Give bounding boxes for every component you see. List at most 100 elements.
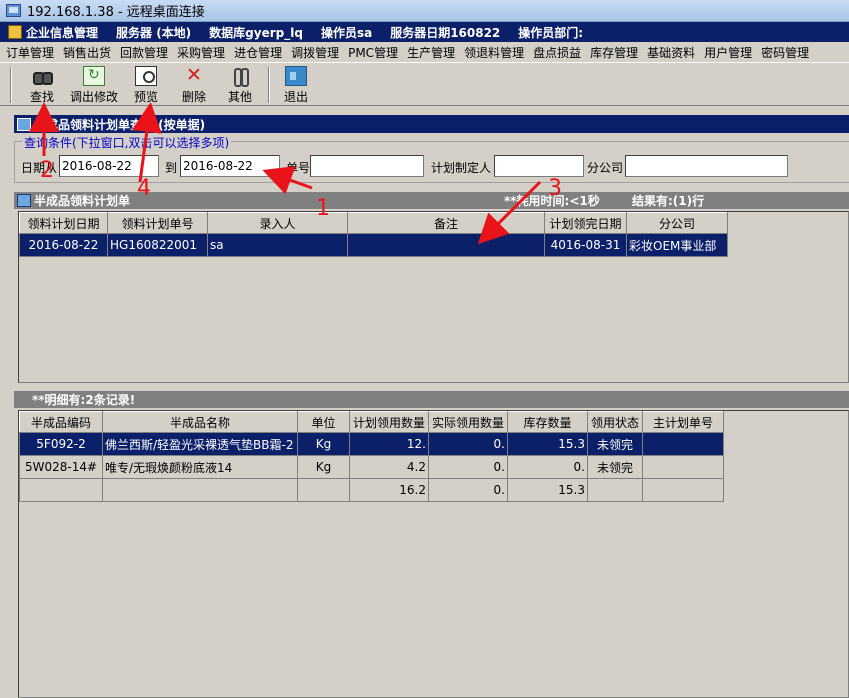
delete-button[interactable]: 删除 xyxy=(172,64,216,105)
column-header[interactable]: 领料计划日期 xyxy=(19,212,108,234)
master-plan-no-cell[interactable] xyxy=(642,432,724,456)
total-cell xyxy=(642,478,724,502)
toolbar-separator xyxy=(268,67,270,103)
table-row[interactable]: 5F092-2 佛兰西斯/轻盈光采裸透气垫BB霜-2 Kg 12. 0. 15.… xyxy=(19,432,724,456)
column-header[interactable]: 领用状态 xyxy=(587,411,643,433)
column-header[interactable]: 计划领用数量 xyxy=(349,411,429,433)
unit-cell[interactable]: Kg xyxy=(297,432,350,456)
server-info: 服务器 (本地) xyxy=(116,25,192,40)
menu-sales-shipment[interactable]: 销售出货 xyxy=(63,44,111,61)
column-header[interactable]: 主计划单号 xyxy=(642,411,724,433)
column-header[interactable]: 分公司 xyxy=(626,212,728,234)
column-header[interactable]: 半成品编码 xyxy=(19,411,103,433)
annotation-number-1: 1 xyxy=(316,196,330,221)
query-title-text: 半成品领料计划单查询 (按单据) xyxy=(34,117,206,132)
item-name-cell[interactable]: 佛兰西斯/轻盈光采裸透气垫BB霜-2 xyxy=(102,432,298,456)
item-code-cell[interactable]: 5W028-14# xyxy=(19,455,103,479)
column-header[interactable]: 备注 xyxy=(347,212,545,234)
menu-production[interactable]: 生产管理 xyxy=(407,44,455,61)
stock-qty-cell[interactable]: 0. xyxy=(507,455,588,479)
stock-qty-cell[interactable]: 15.3 xyxy=(507,432,588,456)
table-row[interactable]: 5W028-14# 唯专/无瑕焕颜粉底液14 Kg 4.2 0. 0. 未领完 xyxy=(19,455,724,479)
column-header[interactable]: 单位 xyxy=(297,411,350,433)
panel-icon xyxy=(17,194,31,207)
app-icon xyxy=(8,25,22,39)
menu-order[interactable]: 订单管理 xyxy=(6,44,54,61)
toolbar: 查找 调出修改 预览 删除 其他 退出 xyxy=(0,62,849,106)
modify-button[interactable]: 调出修改 xyxy=(64,65,124,105)
master-plan-no-cell[interactable] xyxy=(642,455,724,479)
menu-bar: 订单管理 销售出货 回款管理 采购管理 进仓管理 调拨管理 PMC管理 生产管理… xyxy=(0,42,849,62)
issue-status-cell[interactable]: 未领完 xyxy=(587,432,643,456)
planned-qty-cell[interactable]: 12. xyxy=(349,432,429,456)
annotation-number-4: 4 xyxy=(137,176,151,201)
column-header[interactable]: 实际领用数量 xyxy=(428,411,508,433)
column-header[interactable]: 半成品名称 xyxy=(102,411,298,433)
menu-material-issue-return[interactable]: 领退料管理 xyxy=(464,44,524,61)
column-header[interactable]: 库存数量 xyxy=(507,411,588,433)
item-name-cell[interactable]: 唯专/无瑕焕颜粉底液14 xyxy=(102,455,298,479)
branch-label: 分公司 xyxy=(587,161,624,175)
total-cell xyxy=(297,478,350,502)
remark-cell[interactable] xyxy=(347,233,545,257)
actual-qty-cell[interactable]: 0. xyxy=(428,455,508,479)
doc-no-label: 单号 xyxy=(286,161,311,175)
menu-payment[interactable]: 回款管理 xyxy=(120,44,168,61)
planned-qty-cell[interactable]: 4.2 xyxy=(349,455,429,479)
planner-input[interactable] xyxy=(494,155,584,177)
menu-password[interactable]: 密码管理 xyxy=(761,44,809,61)
doc-no-input[interactable] xyxy=(310,155,424,177)
branch-cell[interactable]: 彩妆OEM事业部 xyxy=(626,233,728,257)
other-label: 其他 xyxy=(227,90,252,104)
totals-row: 16.2 0. 15.3 xyxy=(19,478,724,502)
plan-complete-date-cell[interactable]: 4016-08-31 xyxy=(544,233,627,257)
preview-button[interactable]: 预览 xyxy=(124,65,168,105)
total-cell xyxy=(587,478,643,502)
annotation-number-3: 3 xyxy=(548,176,562,201)
menu-warehouse-in[interactable]: 进仓管理 xyxy=(234,44,282,61)
find-button[interactable]: 查找 xyxy=(20,65,64,105)
menu-inventory[interactable]: 库存管理 xyxy=(590,44,638,61)
binoculars-icon xyxy=(31,66,53,86)
menu-pmc[interactable]: PMC管理 xyxy=(348,44,398,61)
total-cell xyxy=(19,478,103,502)
issue-status-cell[interactable]: 未领完 xyxy=(587,455,643,479)
exit-door-icon xyxy=(285,66,307,86)
operator-dept: 操作员部门: xyxy=(518,25,584,40)
panel-icon xyxy=(17,117,31,131)
date-to-input[interactable] xyxy=(180,155,280,177)
branch-input[interactable] xyxy=(625,155,788,177)
menu-users[interactable]: 用户管理 xyxy=(704,44,752,61)
window-title: 192.168.1.38 - 远程桌面连接 xyxy=(27,5,205,20)
remote-desktop-icon xyxy=(6,4,21,17)
find-label: 查找 xyxy=(29,90,54,104)
menu-stocktake[interactable]: 盘点损益 xyxy=(533,44,581,61)
menu-purchase[interactable]: 采购管理 xyxy=(177,44,225,61)
delete-label: 删除 xyxy=(181,90,206,104)
column-header[interactable]: 领料计划单号 xyxy=(107,212,208,234)
total-cell xyxy=(102,478,298,502)
exit-button[interactable]: 退出 xyxy=(274,65,318,105)
plan-no-cell[interactable]: HG160822001 xyxy=(107,233,208,257)
table-row[interactable]: 2016-08-22 HG160822001 sa 4016-08-31 彩妆O… xyxy=(19,233,728,257)
plan-table: 领料计划日期 领料计划单号 录入人 备注 计划领完日期 分公司 2016-08-… xyxy=(19,212,728,257)
query-panel-title: 半成品领料计划单查询 (按单据) xyxy=(14,115,849,133)
plan-date-cell[interactable]: 2016-08-22 xyxy=(19,233,108,257)
item-code-cell[interactable]: 5F092-2 xyxy=(19,432,103,456)
actual-qty-cell[interactable]: 0. xyxy=(428,432,508,456)
menu-basic-data[interactable]: 基础资料 xyxy=(647,44,695,61)
detail-panel-title: **明细有:2条记录! xyxy=(14,391,849,408)
delete-x-icon xyxy=(183,64,205,86)
modify-label: 调出修改 xyxy=(69,90,118,104)
entered-by-cell[interactable]: sa xyxy=(207,233,348,257)
unit-cell[interactable]: Kg xyxy=(297,455,350,479)
operator-info: 操作员sa xyxy=(320,25,373,40)
menu-transfer[interactable]: 调拨管理 xyxy=(291,44,339,61)
other-button[interactable]: 其他 xyxy=(218,65,262,105)
app-info-bar: 企业信息管理 服务器 (本地) 数据库gyerp_lq 操作员sa 服务器日期1… xyxy=(0,22,849,42)
column-header[interactable]: 计划领完日期 xyxy=(544,212,627,234)
query-group-label: 查询条件(下拉窗口,双击可以选择多项) xyxy=(22,134,232,151)
refresh-document-icon xyxy=(83,66,105,86)
date-to-label: 到 xyxy=(165,161,178,175)
date-from-input[interactable] xyxy=(59,155,159,177)
